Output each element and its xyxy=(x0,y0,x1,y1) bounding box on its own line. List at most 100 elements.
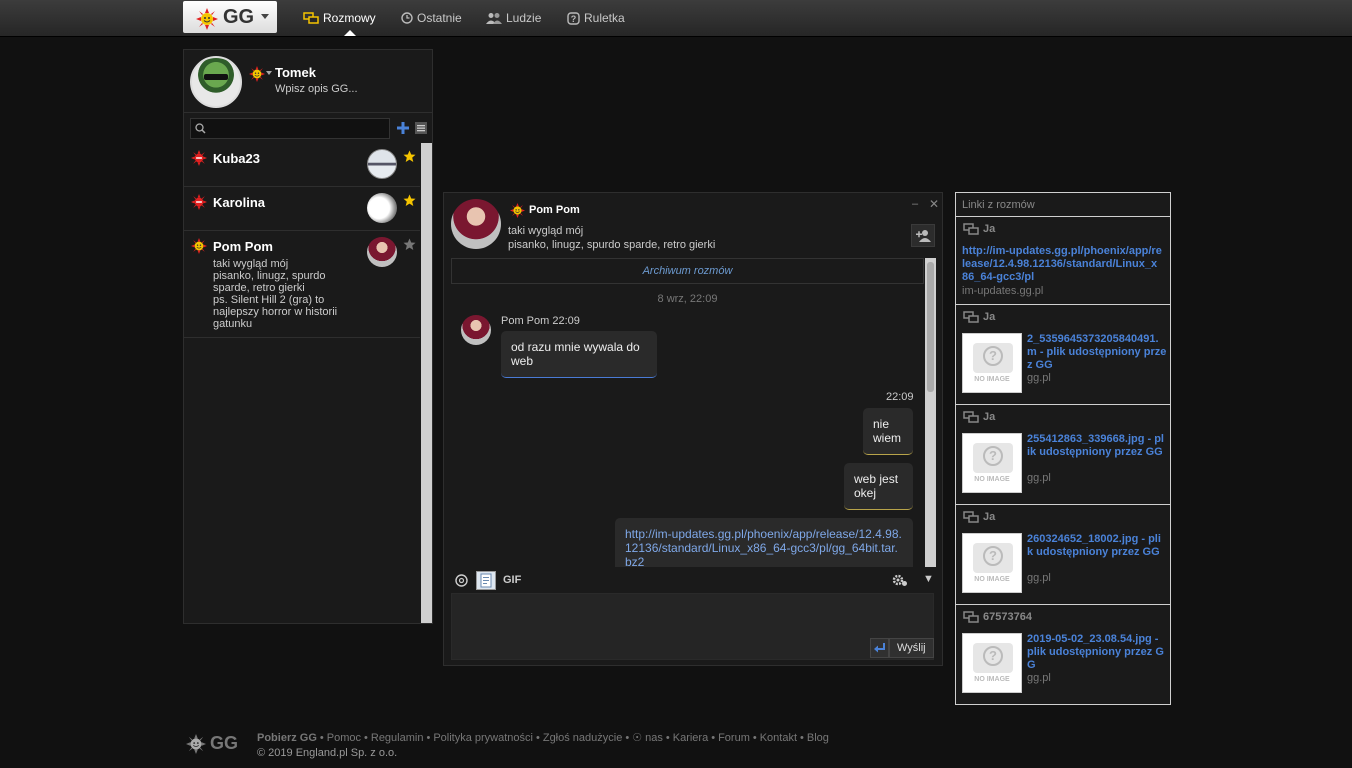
footer-link[interactable]: Kariera xyxy=(673,732,708,744)
links-panel-title: Linki z rozmów xyxy=(956,193,1170,217)
shared-file-item[interactable]: 67573764 ? NO IMAGE 2019-05-02_23.08.54.j… xyxy=(956,605,1170,704)
collapse-down-icon[interactable]: ▼ xyxy=(923,573,934,585)
message-bubble: web jest okej xyxy=(844,463,913,510)
conversations-icon xyxy=(303,11,319,24)
footer-link[interactable]: Pomoc xyxy=(327,732,361,744)
link-domain: gg.pl xyxy=(1027,372,1051,384)
roulette-icon: ? xyxy=(567,11,580,25)
add-contact-icon[interactable] xyxy=(397,122,409,134)
file-title[interactable]: 2019-05-02_23.08.54.jpg - plik udostępni… xyxy=(1027,633,1167,672)
recent-icon xyxy=(401,12,413,24)
composer-toolbar: GIF ▼ xyxy=(451,571,936,591)
contacts: Kuba23 Karolina Pom Pom taki wygląd mój … xyxy=(184,143,420,623)
status-busy-icon xyxy=(191,150,207,166)
active-tab-pointer xyxy=(344,30,356,36)
shared-file-item[interactable]: Ja ? NO IMAGE 2_5359645373205840491.m - p… xyxy=(956,305,1170,405)
tab-ostatnie[interactable]: Ostatnie xyxy=(401,11,462,25)
status-available-icon xyxy=(510,203,525,218)
message-input[interactable] xyxy=(451,593,934,660)
tab-rozmowy[interactable]: Rozmowy xyxy=(303,11,376,25)
search-input[interactable] xyxy=(211,120,386,137)
people-icon xyxy=(486,13,502,24)
message-history: 8 wrz, 22:09 Pom Pom 22:09 od razu mnie … xyxy=(451,285,924,567)
status-available-icon[interactable] xyxy=(249,66,265,82)
conversation-icon xyxy=(963,411,979,423)
my-description-input[interactable]: Wpisz opis GG... xyxy=(275,83,358,95)
message-bubble: nie wiem xyxy=(863,408,913,455)
gg-logo-menu-button[interactable]: GG xyxy=(183,1,277,33)
tab-ludzie[interactable]: Ludzie xyxy=(486,11,541,25)
file-title[interactable]: 2_5359645373205840491.m - plik udostępni… xyxy=(1027,333,1167,372)
footer-link[interactable]: Blog xyxy=(807,732,829,744)
top-navigation: GG Rozmowy Ostatnie Ludzie ? Ruletka xyxy=(0,0,1352,37)
footer-link[interactable]: Forum xyxy=(718,732,750,744)
no-image-label: NO IMAGE xyxy=(974,576,1010,583)
no-image-thumbnail: ? NO IMAGE xyxy=(962,433,1022,493)
send-image-button[interactable] xyxy=(476,571,496,590)
contact-item[interactable]: Pom Pom taki wygląd mój pisanko, linugz,… xyxy=(184,231,420,338)
footer-link[interactable]: nas xyxy=(645,732,663,744)
footer-link[interactable]: Regulamin xyxy=(371,732,424,744)
close-icon[interactable]: ✕ xyxy=(929,197,939,211)
enter-to-send-toggle[interactable] xyxy=(870,638,889,658)
shared-file-item[interactable]: Ja ? NO IMAGE 255412863_339668.jpg - plik… xyxy=(956,405,1170,505)
contact-list-panel: Tomek Wpisz opis GG... Kuba23 Karolina P… xyxy=(183,49,433,624)
contact-name: Kuba23 xyxy=(213,151,260,166)
favorite-star-icon[interactable] xyxy=(403,150,416,163)
archive-link[interactable]: Archiwum rozmów xyxy=(451,258,924,284)
search-icon xyxy=(195,123,206,134)
status-caret-icon[interactable] xyxy=(266,71,272,75)
link-domain: gg.pl xyxy=(1027,472,1051,484)
footer-link[interactable]: Pobierz GG xyxy=(257,732,317,744)
message-link[interactable]: http://im-updates.gg.pl/phoenix/app/rele… xyxy=(615,518,913,567)
shared-link-item[interactable]: Ja http://im-updates.gg.pl/phoenix/app/r… xyxy=(956,217,1170,305)
emoji-icon[interactable] xyxy=(455,574,468,587)
chevron-down-icon xyxy=(261,14,269,19)
no-image-thumbnail: ? NO IMAGE xyxy=(962,333,1022,393)
chat-contact-avatar[interactable] xyxy=(451,199,501,249)
contact-item[interactable]: Kuba23 xyxy=(184,143,420,187)
tab-ruletka[interactable]: ? Ruletka xyxy=(567,11,625,25)
link-sender-name: Ja xyxy=(983,311,996,323)
gg-sun-icon xyxy=(196,8,218,30)
tab-ostatnie-label: Ostatnie xyxy=(417,11,462,25)
minimize-icon[interactable]: – xyxy=(912,198,918,210)
my-avatar[interactable] xyxy=(190,56,242,108)
link-sender: Ja xyxy=(963,223,995,235)
no-image-label: NO IMAGE xyxy=(974,376,1010,383)
add-to-conversation-button[interactable] xyxy=(911,224,935,247)
no-image-label: NO IMAGE xyxy=(974,476,1010,483)
chat-description-line: pisanko, linugz, spurdo sparde, retro gi… xyxy=(508,239,716,251)
footer-link[interactable]: Zgłoś nadużycie xyxy=(543,732,623,744)
send-button[interactable]: Wyślij xyxy=(889,638,934,658)
conversation-icon xyxy=(963,611,979,623)
date-separator: 8 wrz, 22:09 xyxy=(657,293,718,305)
footer-logo[interactable]: GG xyxy=(186,733,238,754)
shared-links-panel: Linki z rozmów Ja http://im-updates.gg.p… xyxy=(955,192,1171,705)
chat-window: Pom Pom taki wygląd mój pisanko, linugz,… xyxy=(443,192,943,666)
contact-avatar xyxy=(367,149,397,179)
enter-key-icon xyxy=(874,643,885,653)
footer-link[interactable]: Polityka prywatności xyxy=(433,732,533,744)
file-title[interactable]: 255412863_339668.jpg - plik udostępniony… xyxy=(1027,433,1167,459)
settings-gear-icon[interactable] xyxy=(892,574,908,587)
file-title[interactable]: 260324652_18002.jpg - plik udostępniony … xyxy=(1027,533,1167,559)
favorite-star-icon[interactable] xyxy=(403,194,416,207)
footer-link[interactable]: Kontakt xyxy=(760,732,797,744)
my-name: Tomek xyxy=(275,65,316,80)
chat-description-line: taki wygląd mój xyxy=(508,225,584,237)
list-menu-icon[interactable] xyxy=(415,122,427,134)
footer-logo-text: GG xyxy=(210,733,239,753)
shared-file-item[interactable]: Ja ? NO IMAGE 260324652_18002.jpg - plik … xyxy=(956,505,1170,605)
contacts-scrollbar[interactable] xyxy=(421,143,432,623)
favorite-star-icon[interactable] xyxy=(403,238,416,251)
send-controls: Wyślij xyxy=(870,638,934,658)
status-available-icon xyxy=(191,238,207,254)
scrollbar-thumb[interactable] xyxy=(927,262,934,392)
footer-links: Pobierz GG • Pomoc • Regulamin • Polityka pryw… xyxy=(257,732,829,744)
gif-button[interactable]: GIF xyxy=(503,574,521,586)
contact-item[interactable]: Karolina xyxy=(184,187,420,231)
link-sender-name: Ja xyxy=(983,223,996,235)
link-url[interactable]: http://im-updates.gg.pl/phoenix/app/rele… xyxy=(962,245,1162,284)
chat-scrollbar[interactable] xyxy=(925,258,936,567)
